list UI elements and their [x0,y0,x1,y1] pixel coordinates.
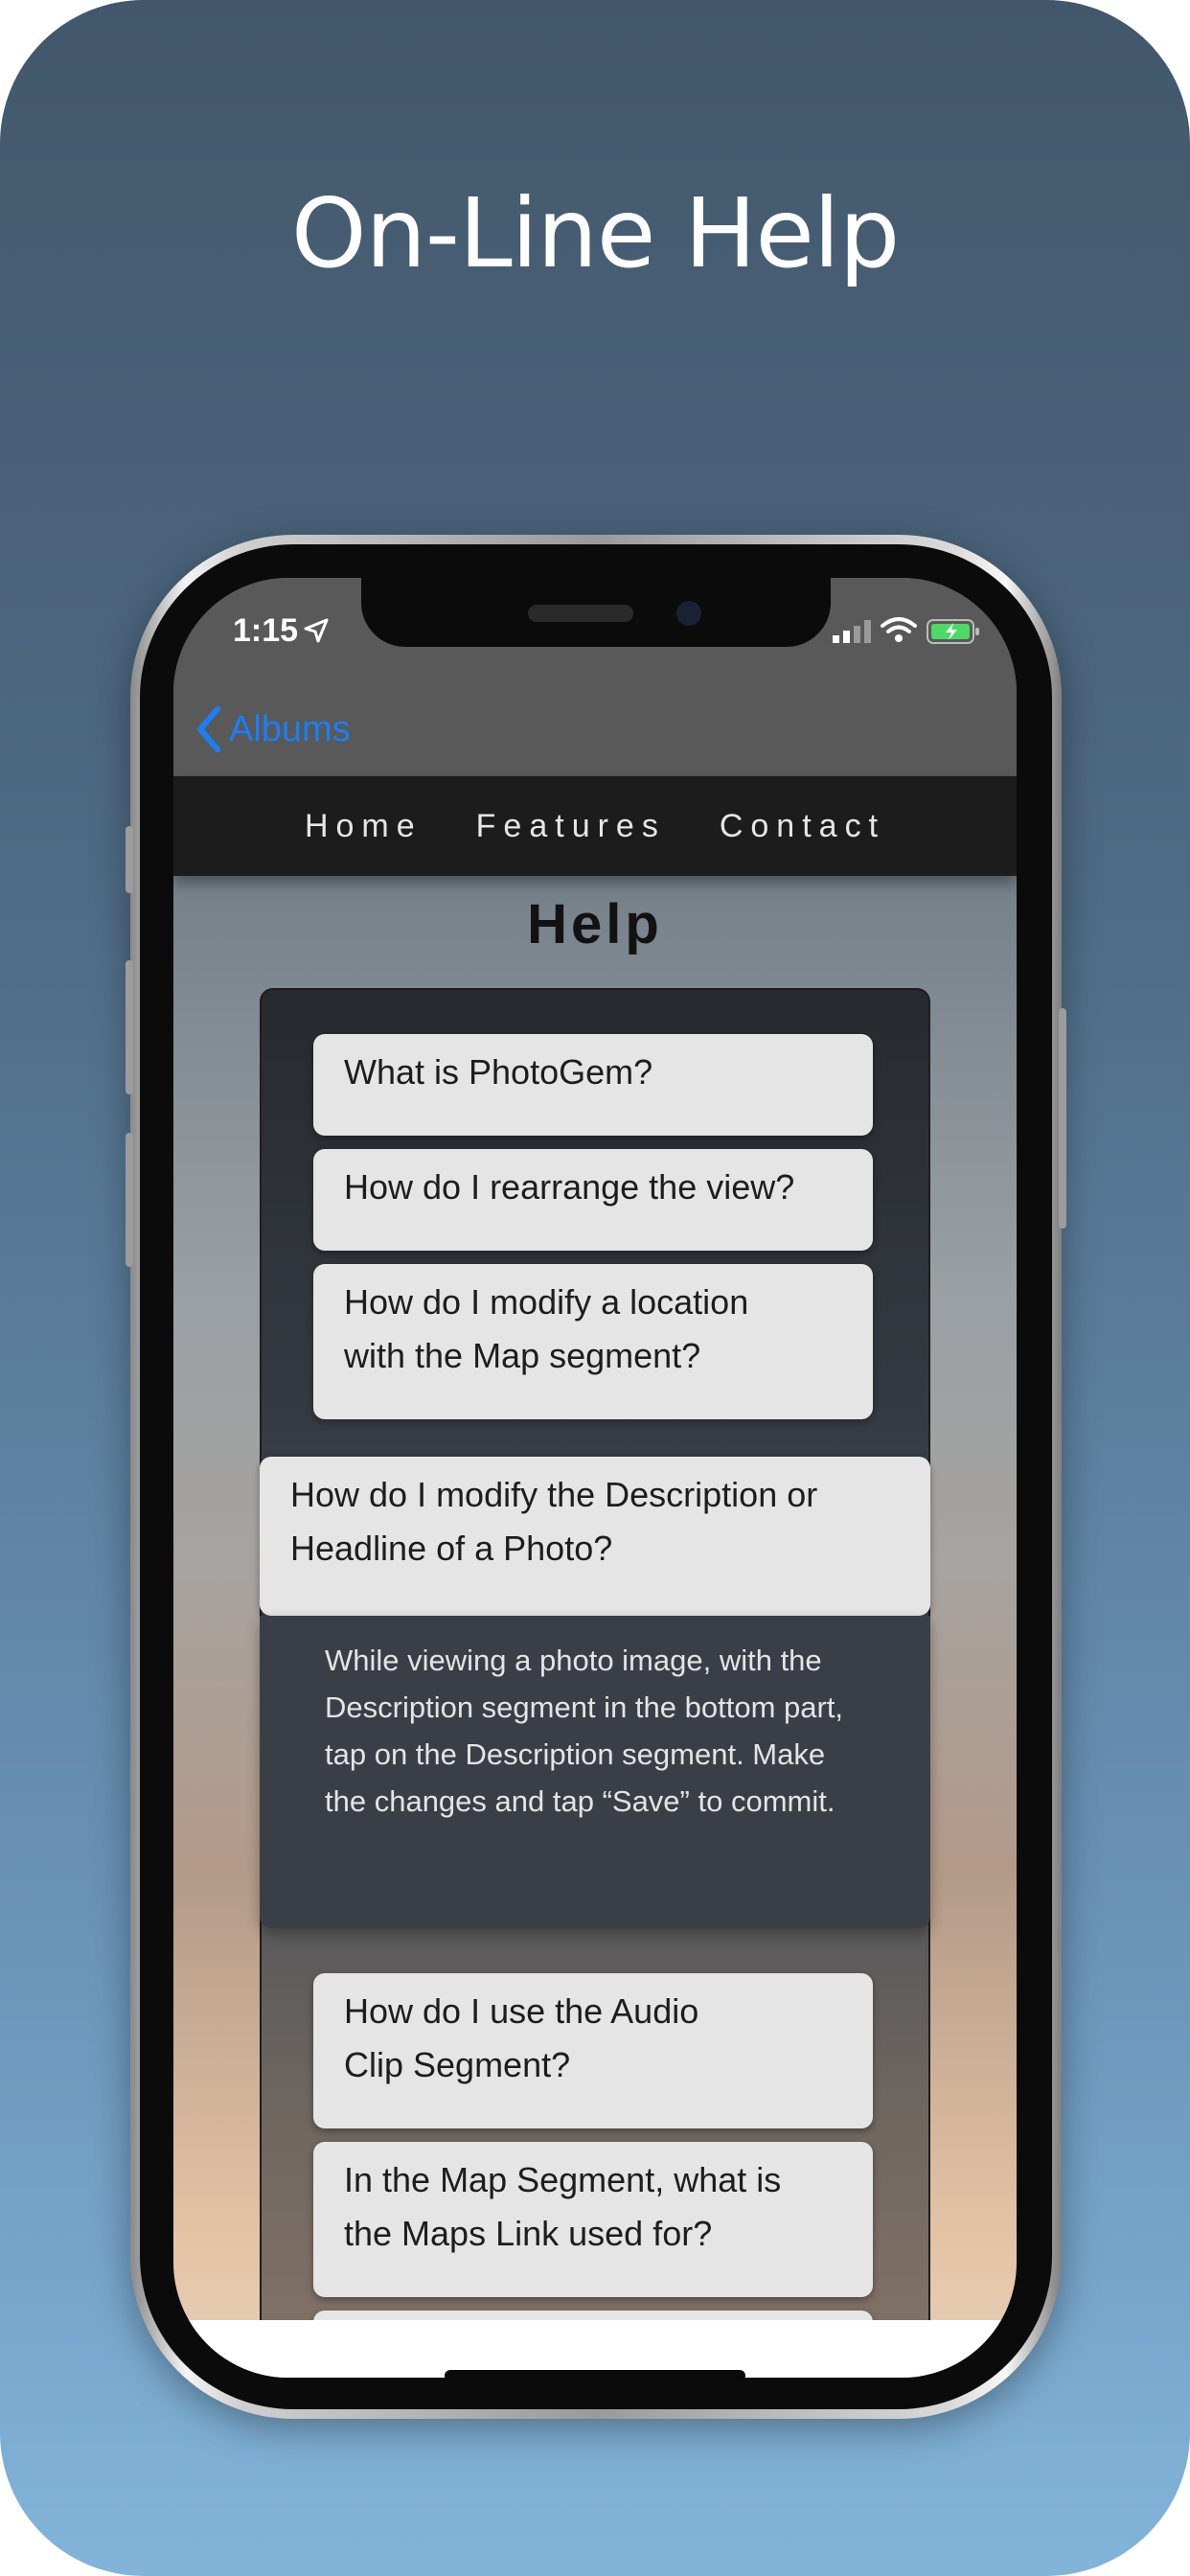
faq-question-text: How do I modify a location with the Map … [344,1282,749,1375]
faq-question[interactable]: How do I modify a location with the Map … [313,1264,873,1419]
volume-up-button [126,960,133,1094]
battery-charging-icon [927,619,979,644]
site-nav: Home Features Contact [173,776,1017,876]
faq-question-text: How do I modify the Description or Headl… [290,1475,818,1568]
faq-answer: While viewing a photo image, with the De… [260,1616,930,1928]
power-button [1059,1008,1066,1229]
chevron-left-icon [197,706,220,752]
back-button[interactable]: Albums [195,702,351,756]
cellular-signal-icon [833,620,871,643]
home-indicator-area [173,2320,1017,2378]
status-time: 1:15 [233,612,299,649]
faq-question-text: What is PhotoGem? [344,1052,653,1092]
nav-link-contact[interactable]: Contact [720,808,885,845]
back-button-label: Albums [229,708,351,749]
status-bar: 1:15 Albums [173,578,1017,784]
phone-screen: 1:15 Albums Home Features Contact Help W… [173,578,1017,2378]
location-arrow-icon [304,618,329,643]
nav-link-features[interactable]: Features [476,808,666,845]
promo-headline: On-Line Help [290,177,900,289]
faq-question-text: How do I use the Audio Clip Segment? [344,1991,699,2084]
nav-link-home[interactable]: Home [305,808,423,845]
front-camera [676,601,701,626]
faq-question[interactable]: In the Map Segment, what is the Maps Lin… [313,2142,873,2297]
faq-question-text: How do I rearrange the view? [344,1167,795,1207]
faq-question[interactable]: How do I rearrange the view? [313,1149,873,1251]
earpiece-speaker [528,605,633,622]
faq-question-expanded[interactable]: How do I modify the Description or Headl… [260,1457,930,1616]
wifi-icon [881,617,917,642]
notch [361,578,831,647]
faq-question[interactable]: How do I use the Audio Clip Segment? [313,1973,873,2128]
home-indicator[interactable] [445,2370,745,2378]
page-title: Help [527,893,663,955]
volume-down-button [126,1133,133,1267]
mute-switch [126,826,133,893]
faq-answer-text: While viewing a photo image, with the De… [325,1644,844,1818]
faq-question[interactable]: What is PhotoGem? [313,1034,873,1136]
faq-question-text: In the Map Segment, what is the Maps Lin… [344,2160,782,2253]
